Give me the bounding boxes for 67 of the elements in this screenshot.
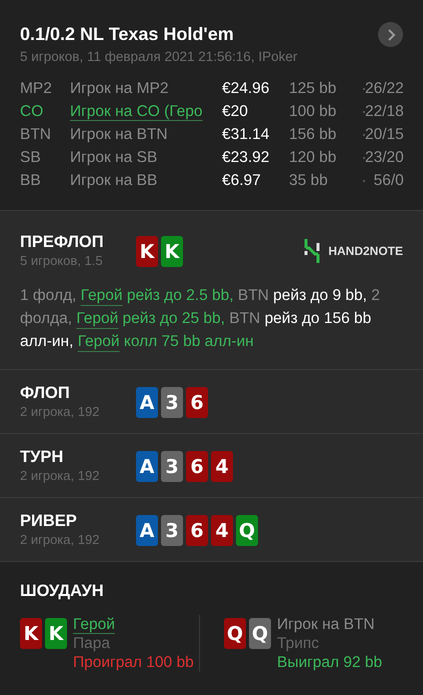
player-name[interactable]: Герой [73,616,115,633]
hand-result: Выиграл 92 bb [277,653,382,672]
hand-title: 0.1/0.2 NL Texas Hold'em [20,24,234,45]
playing-card: 3 [161,387,183,418]
street-title: РИВЕР [20,512,78,531]
playing-card: K [20,618,42,649]
player-name[interactable]: Игрок на CO (Геро [70,103,203,120]
player-position: BB [20,171,42,191]
player-position: MP2 [20,79,53,99]
player-stats: 56/0 [374,171,404,191]
hand-combo: Пара [73,634,112,653]
street-subtitle: 2 игрока, 192 [20,532,100,547]
playing-card: 6 [186,387,208,418]
logo-text: HAND2NOTE [328,244,403,258]
player-name: Игрок на SB [70,149,158,166]
playing-card: A [136,515,158,546]
player-position: SB [20,148,42,168]
hand-combo: Трипс [277,634,320,653]
playing-card: Q [236,515,258,546]
player-bb: 125 bb [289,79,338,99]
player-stack: €31.14 [222,125,270,145]
hero-link[interactable]: Герой [78,333,120,350]
player-bb: 156 bb [289,125,338,145]
playing-card: K [136,236,158,267]
player-stack: €23.92 [222,148,270,168]
street-subtitle: 5 игроков, 1.5 [20,253,104,268]
playing-card: 3 [161,515,183,546]
hero-link[interactable]: Герой [80,287,123,304]
playing-card: 4 [211,451,233,482]
hand-result: Проиграл 100 bb [73,653,194,672]
street-subtitle: 2 игрока, 192 [20,468,100,483]
street-subtitle: 2 игрока, 192 [20,404,100,419]
playing-card: 6 [186,515,208,546]
street-title: ТУРН [20,448,64,467]
action-summary: 1 фолд, Герой рейз до 2.5 bb, BTN рейз до 9 bb, 2 фолда, Герой рейз до 25 bb, BTN рейз до 156 bb алл-ин, Герой колл 75 bb алл-ин [20,286,381,352]
player-bb: 120 bb [289,148,338,168]
playing-card: 3 [161,451,183,482]
player-name: Игрок на MP2 [70,80,168,97]
playing-card: 4 [211,515,233,546]
player-position: BTN [20,125,52,145]
hand-subtitle: 5 игроков, 11 февраля 2021 21:56:16, IPoker [20,49,298,64]
player-stack: €6.97 [222,171,262,191]
chevron-right-icon[interactable] [378,22,403,47]
street-title: ПРЕФЛОП [20,233,105,252]
playing-card: Q [224,618,246,649]
player-name: Игрок на BB [70,172,158,189]
player-bb: 100 bb [289,102,338,122]
player-stats: 26/22 [365,79,404,99]
player-stats: 23/20 [365,148,404,168]
hero-link[interactable]: Герой [76,310,118,327]
playing-card: K [45,618,67,649]
logo-icon [304,239,320,263]
player-name: Игрок на BTN [277,616,375,633]
playing-card: A [136,451,158,482]
player-stack: €24.96 [222,79,270,99]
player-name: Игрок на BTN [70,126,168,143]
playing-card: K [161,236,183,267]
playing-card: Q [249,618,271,649]
showdown-title: ШОУДАУН [20,582,105,601]
playing-card: 6 [186,451,208,482]
street-title: ФЛОП [20,384,71,403]
player-position: CO [20,102,44,122]
player-bb: 35 bb [289,171,329,191]
player-stack: €20 [222,102,249,122]
player-stats: 22/18 [365,102,404,122]
playing-card: A [136,387,158,418]
player-stats: 20/15 [365,125,404,145]
